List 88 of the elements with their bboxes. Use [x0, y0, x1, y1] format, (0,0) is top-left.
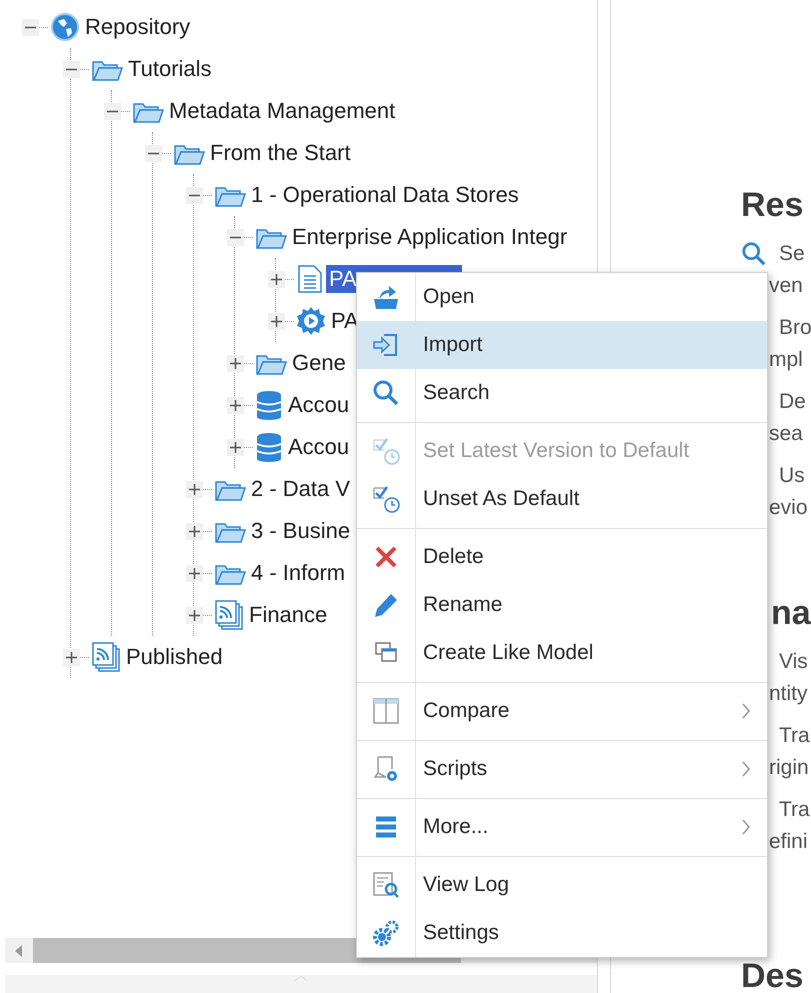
gear-icon — [296, 306, 326, 336]
folder-arrow-icon — [372, 283, 400, 311]
body-text: Vis — [779, 649, 808, 676]
expand-toggle[interactable] — [227, 354, 244, 372]
check-clock-icon — [372, 437, 400, 465]
tree-item[interactable]: Published — [123, 643, 223, 671]
body-text: efini — [769, 829, 808, 856]
plus-icon — [270, 314, 283, 328]
plus-icon — [229, 440, 242, 454]
tree-item[interactable]: 3 - Busine — [248, 517, 350, 545]
collapse-toggle[interactable] — [63, 60, 80, 78]
database-icon — [255, 432, 283, 462]
body-text: ven — [769, 273, 803, 300]
tree-item[interactable]: Accou — [285, 433, 350, 461]
expand-toggle[interactable] — [186, 606, 203, 624]
collapse-toggle[interactable] — [104, 102, 121, 120]
database-icon — [255, 390, 283, 420]
menu-item[interactable]: Search — [357, 369, 767, 417]
plus-icon — [188, 566, 201, 580]
body-text: sea — [769, 421, 803, 448]
body-text: Us — [779, 463, 805, 490]
tree-item[interactable]: From the Start — [207, 139, 351, 167]
plus-icon — [188, 608, 201, 622]
log-search-icon — [372, 871, 400, 899]
collapse-toggle[interactable] — [186, 186, 203, 204]
menu-item[interactable]: Scripts — [357, 745, 767, 793]
menu-item[interactable]: Create Like Model — [357, 629, 767, 677]
expand-toggle[interactable] — [268, 270, 285, 288]
settings-icon — [372, 919, 400, 947]
menu-item[interactable]: Delete — [357, 533, 767, 581]
expand-toggle[interactable] — [186, 480, 203, 498]
import-icon — [372, 331, 400, 359]
tree-item[interactable]: Accou — [285, 391, 350, 419]
tree-item[interactable]: 1 - Operational Data Stores — [248, 181, 519, 209]
tree-item[interactable]: Repository — [82, 13, 190, 41]
menu-item[interactable]: View Log — [357, 861, 767, 909]
collapse-toggle[interactable] — [145, 144, 162, 162]
body-text: mpl — [769, 347, 803, 374]
body-text: De — [779, 389, 806, 416]
tree-item[interactable]: Tutorials — [125, 55, 212, 83]
tree-item[interactable]: 2 - Data V — [248, 475, 350, 503]
expand-toggle[interactable] — [268, 312, 285, 330]
menu-item[interactable]: Compare — [357, 687, 767, 735]
tree-item[interactable]: Enterprise Application Integr — [289, 223, 568, 251]
caret-up-icon — [294, 975, 308, 981]
plus-icon — [270, 272, 283, 286]
tree-item[interactable]: Finance — [246, 601, 328, 629]
body-text: Bro — [779, 315, 811, 342]
body-text: evio — [769, 495, 808, 522]
expand-toggle[interactable] — [227, 438, 244, 456]
expand-toggle[interactable] — [227, 396, 244, 414]
body-text: ntity — [769, 681, 808, 708]
plus-icon — [188, 482, 201, 496]
body-text: Tra — [779, 797, 810, 824]
body-text: Tra — [779, 723, 810, 750]
columns-icon — [372, 697, 400, 725]
expand-toggle[interactable] — [63, 648, 80, 666]
section-heading: Des — [741, 959, 804, 993]
plus-icon — [65, 650, 78, 664]
stacked-pages-icon — [214, 599, 244, 631]
document-icon — [296, 264, 324, 294]
collapse-toggle[interactable] — [227, 228, 244, 246]
menu-item[interactable]: Rename — [357, 581, 767, 629]
menu-item[interactable]: Open — [357, 273, 767, 321]
plus-icon — [229, 356, 242, 370]
section-heading: na — [771, 596, 811, 630]
stacked-pages-icon — [91, 641, 121, 673]
page-gear-icon — [372, 755, 400, 783]
search-icon — [741, 241, 767, 267]
expand-toggle[interactable] — [186, 564, 203, 582]
collapse-toggle[interactable] — [22, 18, 39, 36]
menu-item[interactable]: Settings — [357, 909, 767, 957]
menu-item[interactable]: Import — [357, 321, 767, 369]
section-heading: Res — [741, 188, 804, 222]
pencil-icon — [372, 591, 400, 619]
body-text: Se — [779, 241, 805, 268]
menu-item[interactable]: Unset As Default — [357, 475, 767, 523]
check-clock-icon — [372, 485, 400, 513]
tree-item[interactable]: 4 - Inform — [248, 559, 346, 587]
tree-item[interactable]: Metadata Management — [166, 97, 396, 125]
plus-icon — [229, 398, 242, 412]
menu-item[interactable]: More... — [357, 803, 767, 851]
expand-toggle[interactable] — [186, 522, 203, 540]
body-text: rigin — [769, 755, 809, 782]
plus-icon — [188, 524, 201, 538]
globe-icon — [50, 12, 80, 42]
search-icon — [372, 379, 400, 407]
tree-item[interactable]: Gene — [289, 349, 346, 377]
